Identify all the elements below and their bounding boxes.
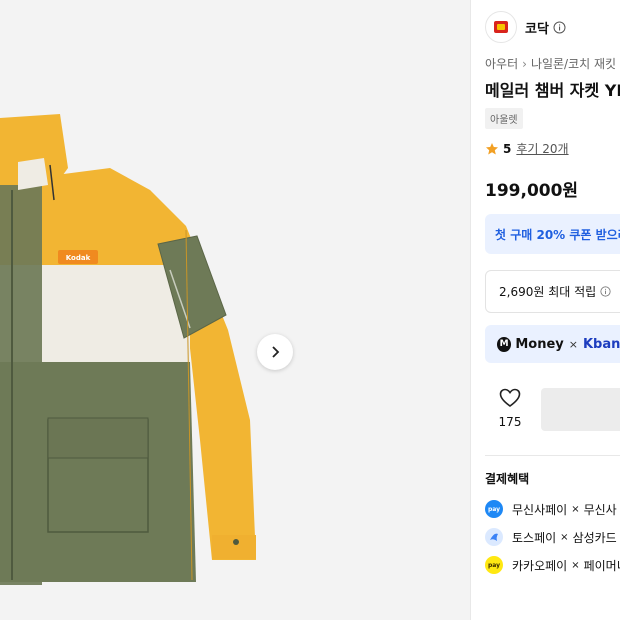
brand-name[interactable]: 코닥 [525,18,549,37]
like-button[interactable]: 175 [485,388,535,429]
product-info-panel: 코닥 아우터 › 나일론/코치 재킷 메일러 챔버 자켓 YE 아울렛 5 후기 2… [471,0,620,620]
times-sign: × [571,559,580,571]
product-title: 메일러 챔버 자켓 YE [485,81,620,100]
info-icon[interactable] [600,286,611,297]
benefit-item[interactable]: pay 무신사페이 × 무신사 [485,500,617,518]
coupon-text: 첫 구매 20% 쿠폰 받으러 [495,227,620,242]
benefit-pay: 무신사페이 [512,502,568,517]
money-label: Money [515,336,564,352]
times-sign: × [568,337,578,351]
benefit-pay: 토스페이 [512,530,557,545]
cart-button[interactable] [541,388,620,431]
benefit-pay: 카카오페이 [512,558,568,573]
times-sign: × [571,503,580,515]
product-image: Kodak [0,114,256,585]
rating-row: 5 후기 20개 [485,140,569,157]
benefits-title: 결제혜택 [485,472,530,486]
points-box: 2,690원 최대 적립 [485,270,620,313]
kbank-label: Kbank [582,336,620,352]
breadcrumb-item-subcategory[interactable]: 나일론/코치 재킷 [531,57,616,71]
chevron-right-icon: › [522,57,527,71]
breadcrumb: 아우터 › 나일론/코치 재킷 [485,55,616,72]
benefit-item[interactable]: 토스페이 × 삼성카드 [485,528,617,546]
product-price: 199,000원 [485,181,579,201]
money-logo-icon: M [497,336,512,352]
benefit-item[interactable]: pay 카카오페이 × 페이머니 [485,556,620,574]
section-divider [485,455,620,456]
money-kbank-banner[interactable]: M Money × Kbank 지 [485,325,620,363]
info-icon[interactable] [553,21,566,34]
heart-icon [499,388,521,407]
like-count: 175 [498,415,522,429]
toss-pay-icon [485,528,503,546]
coupon-banner[interactable]: 첫 구매 20% 쿠폰 받으러 [485,214,620,254]
kakao-pay-icon: pay [485,556,503,574]
benefit-partner: 페이머니 [583,558,620,573]
reviews-link[interactable]: 후기 20개 [516,140,568,157]
times-sign: × [560,531,569,543]
brand-row: 코닥 [485,11,566,43]
star-icon [486,142,498,154]
product-image-viewer: Kodak [0,0,470,620]
jacket-brand-label: Kodak [66,254,91,262]
benefit-partner: 삼성카드 [572,530,617,545]
brand-logo[interactable] [485,11,517,43]
breadcrumb-item-category[interactable]: 아우터 [485,57,518,71]
musinsa-pay-icon: pay [485,500,503,518]
next-image-button[interactable] [257,334,293,370]
outlet-tag: 아울렛 [485,108,523,129]
points-text: 2,690원 최대 적립 [499,285,597,299]
chevron-right-icon [272,346,280,358]
rating-score: 5 [503,141,512,156]
benefit-partner: 무신사 [583,502,617,517]
